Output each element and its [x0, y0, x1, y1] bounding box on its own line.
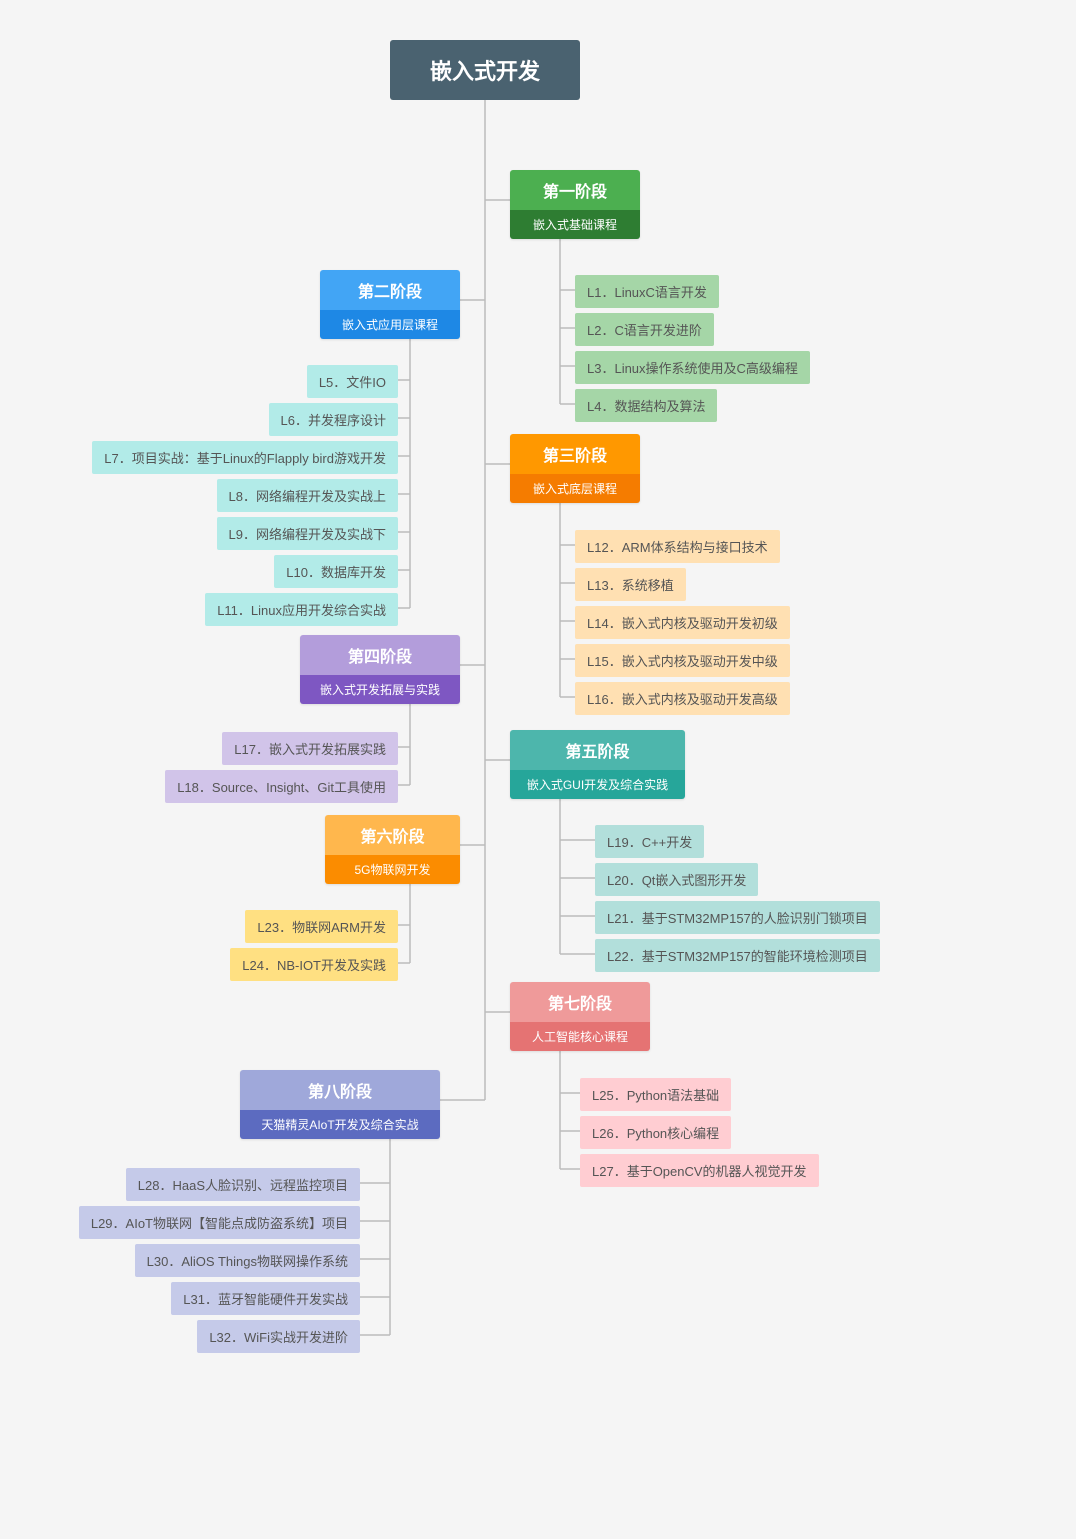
leaf-node: L28．HaaS人脸识别、远程监控项目	[126, 1168, 360, 1201]
leaf-node: L21．基于STM32MP157的人脸识别门锁项目	[595, 901, 880, 934]
leaf-node: L22．基于STM32MP157的智能环境检测项目	[595, 939, 880, 972]
stage-title: 第三阶段	[510, 434, 640, 474]
stage-subtitle: 嵌入式底层课程	[510, 474, 640, 503]
leaf-node: L30．AliOS Things物联网操作系统	[135, 1244, 360, 1277]
stage-s1: 第一阶段嵌入式基础课程	[510, 170, 640, 239]
leaf-node: L14．嵌入式内核及驱动开发初级	[575, 606, 790, 639]
stage-title: 第八阶段	[240, 1070, 440, 1110]
leaf-node: L12．ARM体系结构与接口技术	[575, 530, 780, 563]
leaf-node: L16．嵌入式内核及驱动开发高级	[575, 682, 790, 715]
stage-subtitle: 天猫精灵AIoT开发及综合实战	[240, 1110, 440, 1139]
leaf-node: L15．嵌入式内核及驱动开发中级	[575, 644, 790, 677]
stage-subtitle: 5G物联网开发	[325, 855, 460, 884]
leaf-node: L9．网络编程开发及实战下	[217, 517, 398, 550]
leaf-node: L3．Linux操作系统使用及C高级编程	[575, 351, 810, 384]
leaf-node: L26．Python核心编程	[580, 1116, 731, 1149]
leaf-node: L19．C++开发	[595, 825, 704, 858]
leaf-node: L4．数据结构及算法	[575, 389, 717, 422]
stage-title: 第二阶段	[320, 270, 460, 310]
leaf-node: L18．Source、Insight、Git工具使用	[165, 770, 398, 803]
stage-s5: 第五阶段嵌入式GUI开发及综合实践	[510, 730, 685, 799]
stage-s3: 第三阶段嵌入式底层课程	[510, 434, 640, 503]
leaf-node: L20．Qt嵌入式图形开发	[595, 863, 758, 896]
stage-title: 第四阶段	[300, 635, 460, 675]
leaf-node: L1．LinuxC语言开发	[575, 275, 719, 308]
leaf-node: L27．基于OpenCV的机器人视觉开发	[580, 1154, 819, 1187]
leaf-node: L32．WiFi实战开发进阶	[197, 1320, 360, 1353]
stage-s6: 第六阶段5G物联网开发	[325, 815, 460, 884]
leaf-node: L17．嵌入式开发拓展实践	[222, 732, 398, 765]
leaf-node: L23．物联网ARM开发	[245, 910, 398, 943]
leaf-node: L6．并发程序设计	[269, 403, 398, 436]
stage-subtitle: 嵌入式应用层课程	[320, 310, 460, 339]
stage-title: 第七阶段	[510, 982, 650, 1022]
stage-subtitle: 人工智能核心课程	[510, 1022, 650, 1051]
leaf-node: L7．项目实战：基于Linux的Flapply bird游戏开发	[92, 441, 398, 474]
stage-s4: 第四阶段嵌入式开发拓展与实践	[300, 635, 460, 704]
leaf-node: L13．系统移植	[575, 568, 686, 601]
stage-subtitle: 嵌入式开发拓展与实践	[300, 675, 460, 704]
leaf-node: L25．Python语法基础	[580, 1078, 731, 1111]
root-node: 嵌入式开发	[390, 40, 580, 100]
leaf-node: L10．数据库开发	[274, 555, 398, 588]
leaf-node: L2．C语言开发进阶	[575, 313, 714, 346]
leaf-node: L31．蓝牙智能硬件开发实战	[171, 1282, 360, 1315]
leaf-node: L24．NB-IOT开发及实践	[230, 948, 398, 981]
stage-title: 第五阶段	[510, 730, 685, 770]
leaf-node: L29．AIoT物联网【智能点成防盗系统】项目	[79, 1206, 360, 1239]
stage-s7: 第七阶段人工智能核心课程	[510, 982, 650, 1051]
stage-s8: 第八阶段天猫精灵AIoT开发及综合实战	[240, 1070, 440, 1139]
stage-title: 第六阶段	[325, 815, 460, 855]
stage-s2: 第二阶段嵌入式应用层课程	[320, 270, 460, 339]
leaf-node: L8．网络编程开发及实战上	[217, 479, 398, 512]
stage-subtitle: 嵌入式GUI开发及综合实践	[510, 770, 685, 799]
stage-title: 第一阶段	[510, 170, 640, 210]
stage-subtitle: 嵌入式基础课程	[510, 210, 640, 239]
leaf-node: L5．文件IO	[307, 365, 398, 398]
leaf-node: L11．Linux应用开发综合实战	[205, 593, 398, 626]
